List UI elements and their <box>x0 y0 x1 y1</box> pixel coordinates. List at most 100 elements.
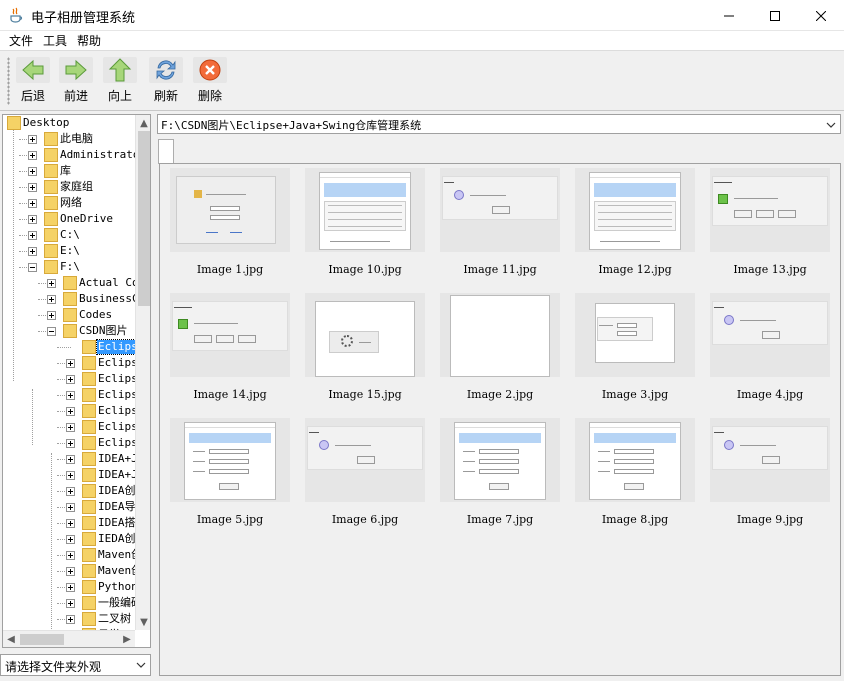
tree-item[interactable]: 网络 <box>3 195 135 211</box>
tree-item[interactable]: 库 <box>3 163 135 179</box>
image-thumbnail-card[interactable]: Image 1.jpg <box>165 166 295 276</box>
tree-item[interactable]: IDEA+Java <box>3 451 135 467</box>
tree-item[interactable]: Eclipse+J <box>3 339 135 355</box>
image-thumbnail[interactable] <box>440 293 560 377</box>
tree-item[interactable]: IDEA导入J <box>3 499 135 515</box>
expand-plus-icon[interactable] <box>66 503 75 512</box>
expand-plus-icon[interactable] <box>66 391 75 400</box>
minimize-button[interactable] <box>706 0 752 31</box>
image-thumbnail[interactable] <box>170 293 290 377</box>
image-thumbnail[interactable] <box>305 168 425 252</box>
image-thumbnail-card[interactable]: Image 6.jpg <box>300 416 430 526</box>
tree-item[interactable]: OneDrive <box>3 211 135 227</box>
tree-item[interactable]: 二叉树 <box>3 611 135 627</box>
tree-item[interactable]: Python安装 <box>3 579 135 595</box>
expand-plus-icon[interactable] <box>66 535 75 544</box>
expand-plus-icon[interactable] <box>66 615 75 624</box>
image-thumbnail[interactable] <box>440 418 560 502</box>
expand-plus-icon[interactable] <box>66 551 75 560</box>
tree-item[interactable]: Desktop <box>3 115 135 131</box>
scroll-up-arrow[interactable]: ▲ <box>136 115 150 131</box>
image-thumbnail[interactable] <box>575 418 695 502</box>
image-thumbnail-card[interactable]: Image 4.jpg <box>705 291 835 401</box>
expand-plus-icon[interactable] <box>66 519 75 528</box>
tree-item[interactable]: E:\ <box>3 243 135 259</box>
expand-plus-icon[interactable] <box>28 183 37 192</box>
tree-item[interactable]: Eclipse+J <box>3 355 135 371</box>
tree-item[interactable]: Eclipse设 <box>3 403 135 419</box>
tree-item[interactable]: CSDN图片 <box>3 323 135 339</box>
tree-item[interactable]: Maven创建 <box>3 547 135 563</box>
tree-item[interactable]: C:\ <box>3 227 135 243</box>
tree-item[interactable]: BusinessCodes <box>3 291 135 307</box>
image-thumbnail[interactable] <box>305 293 425 377</box>
forward-button[interactable]: 前进 <box>54 55 98 107</box>
collapse-minus-icon[interactable] <box>28 263 37 272</box>
expand-plus-icon[interactable] <box>66 471 75 480</box>
expand-plus-icon[interactable] <box>66 567 75 576</box>
image-thumbnail-card[interactable]: Image 2.jpg <box>435 291 565 401</box>
image-thumbnail[interactable] <box>170 418 290 502</box>
image-thumbnail-card[interactable]: Image 10.jpg <box>300 166 430 276</box>
tree-item[interactable]: 一般编码 <box>3 595 135 611</box>
scroll-right-arrow[interactable]: ▶ <box>119 631 135 647</box>
tree-item[interactable]: IEDA创建W <box>3 531 135 547</box>
image-thumbnail[interactable] <box>575 168 695 252</box>
expand-plus-icon[interactable] <box>28 247 37 256</box>
tree-item[interactable]: Eclipse配 <box>3 419 135 435</box>
tree-item[interactable]: Eclipse+J <box>3 387 135 403</box>
image-thumbnail[interactable] <box>305 418 425 502</box>
close-button[interactable] <box>798 0 844 31</box>
tree-item[interactable]: Maven创建 <box>3 563 135 579</box>
expand-plus-icon[interactable] <box>66 423 75 432</box>
tree-horizontal-scrollbar[interactable]: ◀ ▶ <box>3 630 135 647</box>
image-thumbnail[interactable] <box>170 168 290 252</box>
expand-plus-icon[interactable] <box>66 407 75 416</box>
tree-item[interactable]: Eclipse+J <box>3 371 135 387</box>
maximize-button[interactable] <box>752 0 798 31</box>
menu-tools[interactable]: 工具 <box>38 31 72 51</box>
image-thumbnail-card[interactable]: Image 3.jpg <box>570 291 700 401</box>
image-thumbnail-card[interactable]: Image 12.jpg <box>570 166 700 276</box>
up-button[interactable]: 向上 <box>98 55 142 107</box>
expand-plus-icon[interactable] <box>47 311 56 320</box>
expand-plus-icon[interactable] <box>47 295 56 304</box>
tree-horizontal-scroll-thumb[interactable] <box>20 634 64 645</box>
image-thumbnail-card[interactable]: Image 13.jpg <box>705 166 835 276</box>
menu-file[interactable]: 文件 <box>4 31 38 51</box>
tree-item[interactable]: Actual Combat <box>3 275 135 291</box>
expand-plus-icon[interactable] <box>66 359 75 368</box>
expand-plus-icon[interactable] <box>28 135 37 144</box>
refresh-button[interactable]: 刷新 <box>144 55 188 107</box>
expand-plus-icon[interactable] <box>28 231 37 240</box>
image-thumbnail-card[interactable]: Image 14.jpg <box>165 291 295 401</box>
image-thumbnail[interactable] <box>710 418 830 502</box>
expand-plus-icon[interactable] <box>66 599 75 608</box>
folder-style-combo[interactable]: 请选择文件夹外观 <box>0 654 151 676</box>
expand-plus-icon[interactable] <box>66 583 75 592</box>
image-thumbnail[interactable] <box>575 293 695 377</box>
path-combo[interactable]: F:\CSDN图片\Eclipse+Java+Swing仓库管理系统 <box>157 114 841 134</box>
back-button[interactable]: 后退 <box>11 55 55 107</box>
tree-item[interactable]: IDEA搭建S <box>3 515 135 531</box>
expand-plus-icon[interactable] <box>28 199 37 208</box>
image-thumbnail[interactable] <box>440 168 560 252</box>
image-thumbnail-card[interactable]: Image 7.jpg <box>435 416 565 526</box>
image-thumbnail-card[interactable]: Image 8.jpg <box>570 416 700 526</box>
image-thumbnail-card[interactable]: Image 9.jpg <box>705 416 835 526</box>
tree-item[interactable]: IDEA创建S <box>3 483 135 499</box>
tree-vertical-scrollbar[interactable]: ▲ ▼ <box>135 115 150 630</box>
tab-blank[interactable] <box>158 139 174 164</box>
scroll-left-arrow[interactable]: ◀ <box>3 631 19 647</box>
toolbar-grip[interactable] <box>7 57 10 105</box>
tree-item[interactable]: IDEA+Java <box>3 467 135 483</box>
tree-item[interactable]: F:\ <box>3 259 135 275</box>
tree-item[interactable]: 家庭组 <box>3 179 135 195</box>
image-thumbnail-card[interactable]: Image 15.jpg <box>300 291 430 401</box>
tree-vertical-scroll-thumb[interactable] <box>138 131 150 306</box>
collapse-minus-icon[interactable] <box>47 327 56 336</box>
expand-plus-icon[interactable] <box>28 167 37 176</box>
expand-plus-icon[interactable] <box>66 487 75 496</box>
delete-button[interactable]: 删除 <box>188 55 232 107</box>
expand-plus-icon[interactable] <box>28 151 37 160</box>
